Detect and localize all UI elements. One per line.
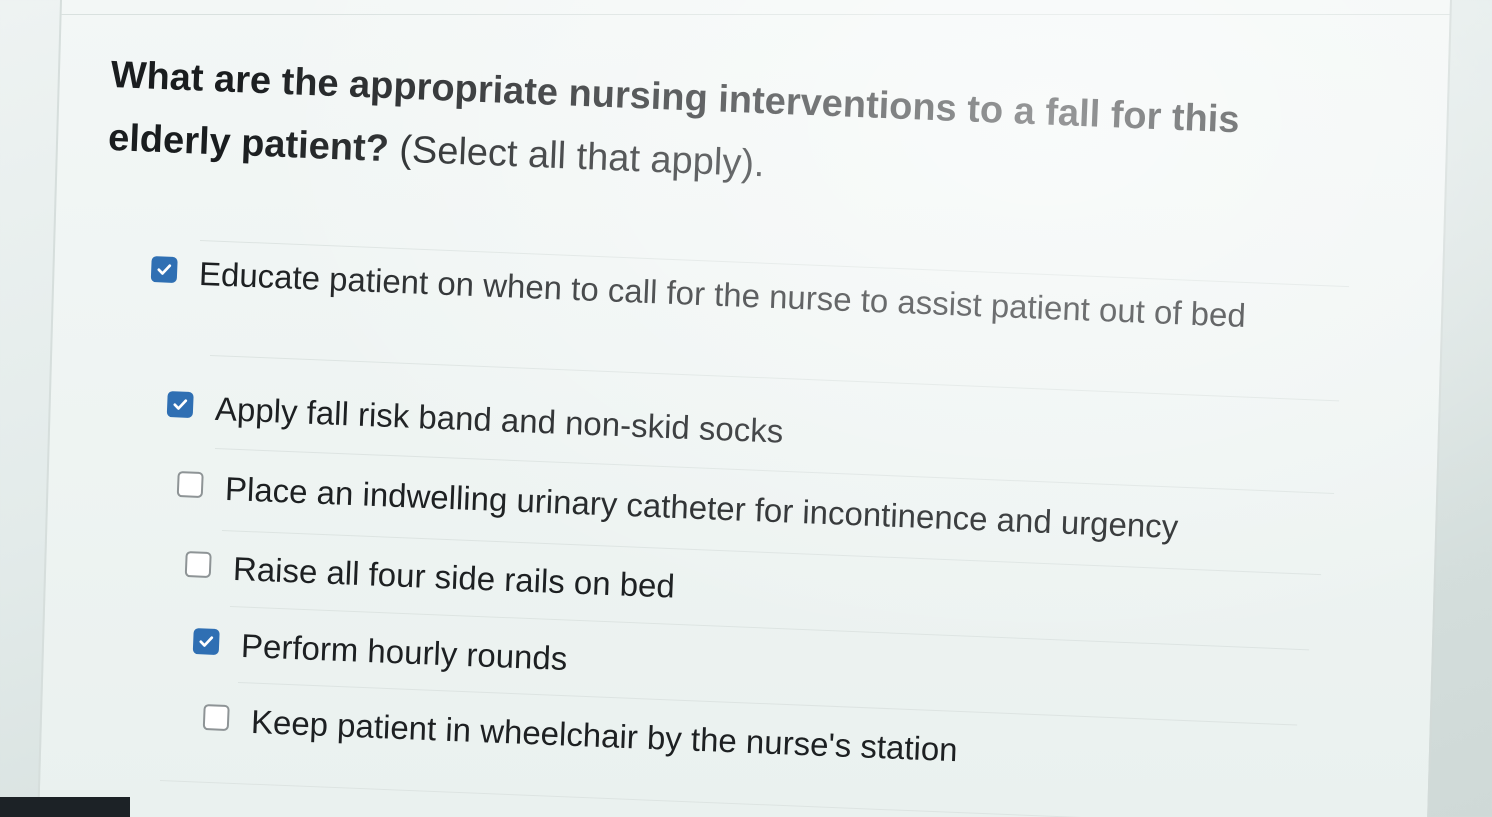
- checkmark-icon: [157, 264, 172, 275]
- option-fall-risk-band[interactable]: Apply fall risk band and non-skid socks: [166, 385, 1307, 475]
- option-label: Apply fall risk band and non-skid socks: [214, 389, 785, 450]
- option-checkbox[interactable]: [202, 703, 230, 732]
- option-side-rails[interactable]: Raise all four side rails on bed: [184, 545, 1285, 633]
- option-label: Educate patient on when to call for the …: [198, 254, 1247, 334]
- option-hourly-rounds[interactable]: Perform hourly rounds: [192, 622, 1293, 710]
- option-label: Keep patient in wheelchair by the nurse'…: [250, 702, 959, 769]
- option-checkbox[interactable]: [184, 550, 212, 579]
- option-checkbox[interactable]: [150, 255, 178, 284]
- option-divider: [159, 780, 1310, 817]
- option-checkbox[interactable]: [192, 627, 220, 656]
- option-label: Raise all four side rails on bed: [232, 549, 676, 605]
- option-urinary-catheter[interactable]: Place an indwelling urinary catheter for…: [176, 465, 1317, 555]
- checkmark-icon: [173, 399, 188, 410]
- checkmark-icon: [199, 636, 214, 647]
- option-wheelchair[interactable]: Keep patient in wheelchair by the nurse'…: [202, 698, 1303, 786]
- answer-options: Educate patient on when to call for the …: [0, 0, 1492, 817]
- option-checkbox[interactable]: [176, 470, 204, 499]
- option-educate-patient[interactable]: Educate patient on when to call for the …: [150, 250, 1291, 340]
- option-label: Perform hourly rounds: [240, 626, 569, 677]
- option-checkbox[interactable]: [166, 390, 194, 419]
